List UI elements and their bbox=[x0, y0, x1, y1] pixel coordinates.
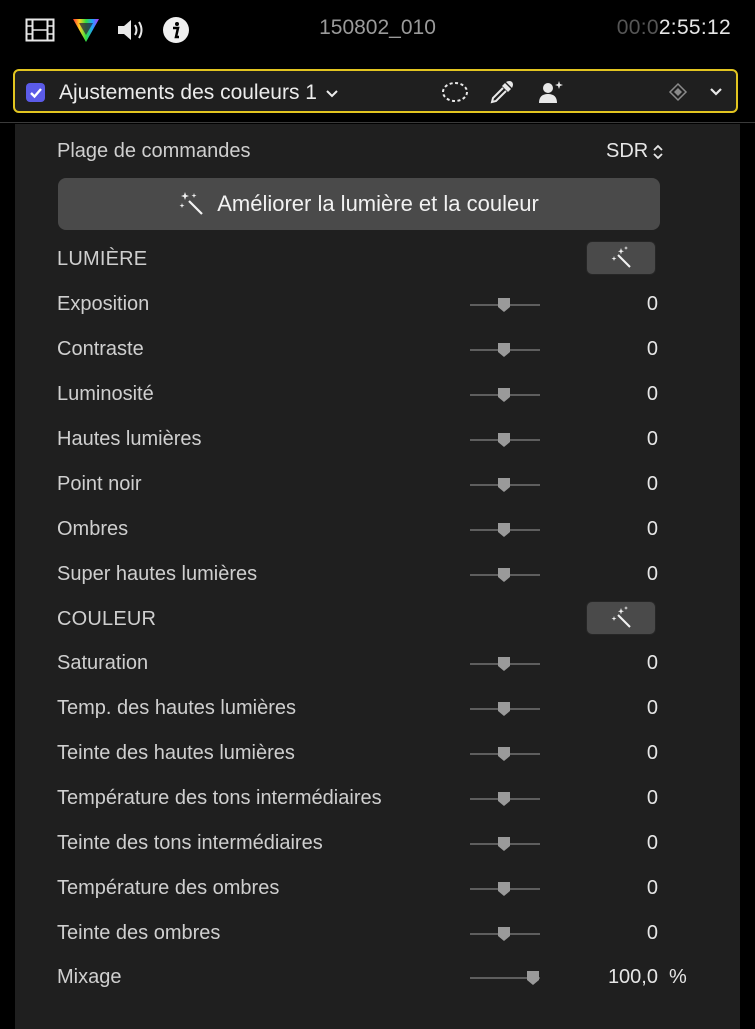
slider-knob[interactable] bbox=[497, 746, 511, 762]
param-value[interactable]: 0 bbox=[647, 697, 658, 720]
timecode-leading: 00:0 bbox=[616, 16, 659, 39]
effect-title: Ajustements des couleurs 1 bbox=[59, 81, 317, 104]
inspector-toolbar: 150802_010 00:02:55:12 bbox=[0, 0, 755, 64]
effect-enable-checkbox[interactable] bbox=[26, 83, 45, 102]
param-slider[interactable] bbox=[470, 387, 540, 403]
magic-wand-icon bbox=[611, 606, 631, 628]
keyframe-diamond-icon[interactable] bbox=[666, 78, 690, 106]
slider-knob[interactable] bbox=[497, 297, 511, 313]
param-label: Teinte des hautes lumières bbox=[57, 742, 295, 764]
param-value[interactable]: 0 bbox=[647, 652, 658, 675]
param-label: Exposition bbox=[57, 293, 150, 315]
param-label: Température des ombres bbox=[57, 877, 280, 899]
param-label: Temp. des hautes lumières bbox=[57, 697, 297, 719]
param-slider[interactable] bbox=[470, 342, 540, 358]
param-label: Ombres bbox=[57, 518, 129, 540]
param-value[interactable]: 0 bbox=[647, 832, 658, 855]
param-value[interactable]: 0 bbox=[647, 518, 658, 541]
slider-knob[interactable] bbox=[497, 701, 511, 717]
info-icon[interactable] bbox=[161, 14, 191, 46]
enhance-light-color-button[interactable]: Améliorer la lumière et la couleur bbox=[58, 178, 660, 230]
mix-label: Mixage bbox=[57, 966, 122, 988]
slider-knob[interactable] bbox=[497, 522, 511, 538]
param-label: Température des tons intermédiaires bbox=[57, 787, 382, 809]
slider-knob[interactable] bbox=[497, 791, 511, 807]
slider-knob[interactable] bbox=[497, 836, 511, 852]
range-value: SDR bbox=[606, 140, 649, 162]
param-label: Point noir bbox=[57, 473, 142, 495]
updown-chevron-icon bbox=[653, 144, 663, 159]
param-label: Contraste bbox=[57, 338, 144, 360]
timecode-value: 2:55:12 bbox=[658, 16, 731, 39]
section-color-title: COULEUR bbox=[57, 608, 157, 630]
color-wheel-icon[interactable] bbox=[70, 14, 102, 46]
param-slider[interactable] bbox=[470, 522, 540, 538]
param-label: Teinte des ombres bbox=[57, 922, 221, 944]
param-slider[interactable] bbox=[470, 746, 540, 762]
magic-wand-icon bbox=[611, 246, 631, 268]
slider-knob[interactable] bbox=[526, 970, 540, 986]
mix-unit: % bbox=[669, 966, 687, 988]
param-slider[interactable] bbox=[470, 656, 540, 672]
slider-knob[interactable] bbox=[497, 881, 511, 897]
mix-slider[interactable] bbox=[470, 970, 540, 986]
param-slider[interactable] bbox=[470, 477, 540, 493]
slider-knob[interactable] bbox=[497, 432, 511, 448]
param-value[interactable]: 0 bbox=[647, 922, 658, 945]
param-slider[interactable] bbox=[470, 791, 540, 807]
param-value[interactable]: 0 bbox=[647, 383, 658, 406]
range-label: Plage de commandes bbox=[57, 140, 251, 162]
person-mask-icon[interactable] bbox=[536, 78, 566, 106]
param-value[interactable]: 0 bbox=[647, 428, 658, 451]
param-value[interactable]: 0 bbox=[647, 742, 658, 765]
param-slider[interactable] bbox=[470, 701, 540, 717]
param-slider[interactable] bbox=[470, 297, 540, 313]
param-slider[interactable] bbox=[470, 836, 540, 852]
param-slider[interactable] bbox=[470, 567, 540, 583]
slider-knob[interactable] bbox=[497, 342, 511, 358]
auto-color-button[interactable] bbox=[586, 601, 656, 635]
effect-header: Ajustements des couleurs 1 bbox=[13, 69, 738, 113]
divider bbox=[0, 122, 755, 123]
slider-knob[interactable] bbox=[497, 656, 511, 672]
slider-knob[interactable] bbox=[497, 567, 511, 583]
range-popup[interactable]: SDR bbox=[606, 140, 664, 163]
speaker-icon[interactable] bbox=[114, 14, 148, 46]
param-slider[interactable] bbox=[470, 432, 540, 448]
param-slider[interactable] bbox=[470, 926, 540, 942]
mask-circle-icon[interactable] bbox=[440, 78, 470, 106]
auto-light-button[interactable] bbox=[586, 241, 656, 275]
param-label: Super hautes lumières bbox=[57, 563, 258, 585]
param-value[interactable]: 0 bbox=[647, 338, 658, 361]
param-value[interactable]: 0 bbox=[647, 877, 658, 900]
param-value[interactable]: 0 bbox=[647, 563, 658, 586]
slider-knob[interactable] bbox=[497, 926, 511, 942]
section-light-title: LUMIÈRE bbox=[57, 248, 148, 270]
slider-knob[interactable] bbox=[497, 387, 511, 403]
param-label: Luminosité bbox=[57, 383, 154, 405]
magic-wand-icon bbox=[179, 192, 203, 215]
timecode-display: 00:02:55:12 bbox=[617, 16, 731, 40]
param-label: Teinte des tons intermédiaires bbox=[57, 832, 323, 854]
param-value[interactable]: 0 bbox=[647, 293, 658, 316]
slider-knob[interactable] bbox=[497, 477, 511, 493]
clip-name: 150802_010 bbox=[319, 16, 436, 39]
effect-title-dropdown[interactable]: Ajustements des couleurs 1 bbox=[59, 81, 339, 105]
param-value[interactable]: 0 bbox=[647, 787, 658, 810]
enhance-button-label: Améliorer la lumière et la couleur bbox=[217, 191, 539, 216]
param-value[interactable]: 0 bbox=[647, 473, 658, 496]
eyedropper-icon[interactable] bbox=[487, 78, 517, 106]
mix-value[interactable]: 100,0 bbox=[608, 966, 658, 989]
chevron-down-icon bbox=[326, 90, 338, 98]
param-slider[interactable] bbox=[470, 881, 540, 897]
param-label: Hautes lumières bbox=[57, 428, 202, 450]
chevron-down-icon[interactable] bbox=[705, 78, 727, 106]
param-label: Saturation bbox=[57, 652, 149, 674]
film-icon[interactable] bbox=[24, 14, 56, 46]
